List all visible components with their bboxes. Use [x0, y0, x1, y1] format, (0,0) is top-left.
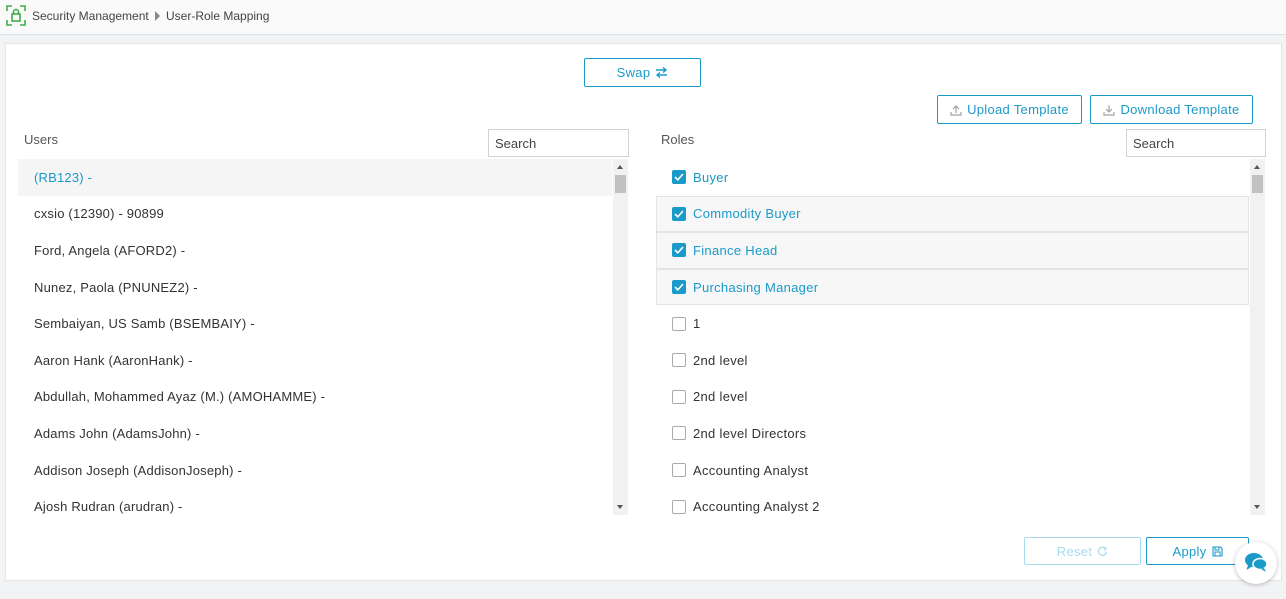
- apply-button[interactable]: Apply: [1146, 537, 1249, 565]
- user-row[interactable]: Ford, Angela (AFORD2) -: [18, 232, 612, 269]
- user-row[interactable]: cxsio (12390) - 90899: [18, 196, 612, 233]
- user-label: Abdullah, Mohammed Ayaz (M.) (AMOHAMME) …: [34, 389, 326, 405]
- checkbox-unchecked-icon[interactable]: [672, 353, 686, 368]
- user-label: (RB123) -: [34, 169, 93, 185]
- role-label: Accounting Analyst 2: [693, 499, 820, 515]
- upload-icon: [950, 104, 962, 116]
- scroll-down-icon[interactable]: [1254, 505, 1260, 509]
- scroll-thumb[interactable]: [1252, 175, 1263, 193]
- reset-button-label: Reset: [1056, 543, 1093, 559]
- user-label: Aaron Hank (AaronHank) -: [34, 352, 193, 368]
- swap-button-label: Swap: [616, 65, 651, 80]
- role-row[interactable]: 2nd level: [656, 379, 1249, 416]
- scroll-up-icon[interactable]: [1254, 165, 1260, 169]
- download-template-label: Download Template: [1120, 102, 1240, 117]
- checkbox-unchecked-icon[interactable]: [672, 316, 686, 331]
- user-row[interactable]: Nunez, Paola (PNUNEZ2) -: [18, 269, 612, 306]
- download-template-button[interactable]: Download Template: [1090, 95, 1253, 124]
- role-label: Accounting Analyst: [693, 462, 809, 478]
- role-row[interactable]: Finance Head: [656, 232, 1249, 269]
- role-row[interactable]: Accounting Analyst 2: [656, 488, 1249, 515]
- scroll-up-icon[interactable]: [617, 165, 623, 169]
- breadcrumb-separator-icon: [155, 11, 160, 21]
- user-row[interactable]: Ajosh Rudran (arudran) -: [18, 488, 612, 515]
- roles-scrollbar[interactable]: [1250, 159, 1265, 515]
- user-label: Sembaiyan, US Samb (BSEMBAIY) -: [34, 316, 255, 332]
- checkbox-unchecked-icon[interactable]: [672, 463, 686, 478]
- user-label: Nunez, Paola (PNUNEZ2) -: [34, 279, 198, 295]
- lock-shield-icon: [6, 5, 26, 26]
- save-icon: [1211, 545, 1223, 557]
- download-icon: [1103, 104, 1116, 116]
- role-label: Commodity Buyer: [693, 206, 801, 222]
- user-label: Addison Joseph (AddisonJoseph) -: [34, 462, 243, 478]
- users-search-input[interactable]: [488, 129, 629, 157]
- role-row[interactable]: 2nd level Directors: [656, 415, 1249, 452]
- chat-button[interactable]: [1235, 542, 1277, 584]
- roles-list: Buyer Commodity Buyer Finance Head Purchasi…: [656, 159, 1249, 515]
- chat-icon: [1244, 551, 1268, 576]
- role-row[interactable]: Buyer: [656, 159, 1249, 196]
- user-row[interactable]: Abdullah, Mohammed Ayaz (M.) (AMOHAMME) …: [18, 379, 612, 416]
- role-label: 2nd level: [693, 389, 748, 405]
- checkbox-checked-icon[interactable]: [672, 206, 686, 221]
- checkbox-checked-icon[interactable]: [672, 170, 686, 185]
- role-label: 1: [693, 316, 701, 332]
- role-label: 2nd level: [693, 352, 748, 368]
- user-row[interactable]: (RB123) -: [18, 159, 612, 196]
- roles-label: Roles: [661, 132, 695, 147]
- user-row[interactable]: Addison Joseph (AddisonJoseph) -: [18, 452, 612, 489]
- swap-arrows-icon: [655, 67, 668, 78]
- upload-template-button[interactable]: Upload Template: [937, 95, 1082, 124]
- role-row[interactable]: Purchasing Manager: [656, 268, 1249, 306]
- checkbox-unchecked-icon[interactable]: [672, 426, 686, 441]
- role-label: Buyer: [693, 169, 729, 185]
- reset-button[interactable]: Reset: [1024, 537, 1141, 565]
- role-label: Finance Head: [693, 242, 778, 258]
- role-row[interactable]: Commodity Buyer: [656, 195, 1249, 233]
- checkbox-unchecked-icon[interactable]: [672, 389, 686, 404]
- role-row[interactable]: 2nd level: [656, 342, 1249, 379]
- user-label: Adams John (AdamsJohn) -: [34, 425, 200, 441]
- role-row[interactable]: Accounting Analyst: [656, 452, 1249, 489]
- refresh-icon: [1097, 545, 1108, 557]
- role-label: Purchasing Manager: [693, 279, 819, 295]
- apply-button-label: Apply: [1172, 543, 1207, 559]
- breadcrumb-section[interactable]: Security Management: [32, 9, 149, 23]
- role-label: 2nd level Directors: [693, 425, 807, 441]
- checkbox-checked-icon[interactable]: [672, 243, 686, 258]
- upload-template-label: Upload Template: [967, 102, 1069, 117]
- user-label: cxsio (12390) - 90899: [34, 206, 164, 222]
- top-bar: Security Management User-Role Mapping: [0, 0, 1286, 35]
- roles-search-input[interactable]: [1126, 129, 1266, 157]
- users-label: Users: [24, 132, 58, 147]
- checkbox-checked-icon[interactable]: [672, 280, 686, 295]
- user-label: Ajosh Rudran (arudran) -: [34, 499, 183, 515]
- scroll-down-icon[interactable]: [617, 505, 623, 509]
- scroll-thumb[interactable]: [615, 175, 626, 193]
- users-list: (RB123) - cxsio (12390) - 90899 Ford, Ange…: [18, 159, 612, 515]
- breadcrumb-page: User-Role Mapping: [166, 9, 270, 23]
- user-row[interactable]: Aaron Hank (AaronHank) -: [18, 342, 612, 379]
- role-row[interactable]: 1: [656, 305, 1249, 342]
- user-row[interactable]: Adams John (AdamsJohn) -: [18, 415, 612, 452]
- users-scrollbar[interactable]: [613, 159, 628, 515]
- swap-button[interactable]: Swap: [584, 58, 701, 87]
- checkbox-unchecked-icon[interactable]: [672, 499, 686, 514]
- user-label: Ford, Angela (AFORD2) -: [34, 242, 186, 258]
- user-row[interactable]: Sembaiyan, US Samb (BSEMBAIY) -: [18, 305, 612, 342]
